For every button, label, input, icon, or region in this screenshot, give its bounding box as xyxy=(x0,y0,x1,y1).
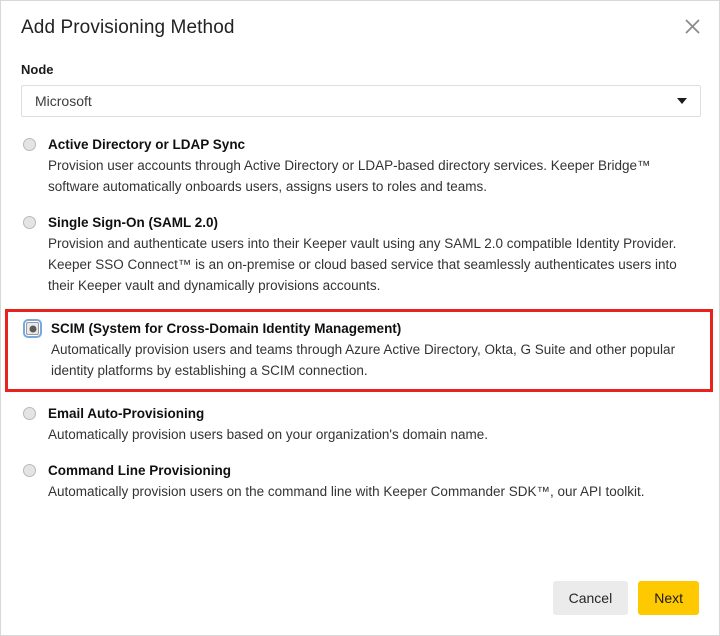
option-description: Provision and authenticate users into th… xyxy=(48,236,677,293)
option-description: Automatically provision users and teams … xyxy=(51,342,676,378)
dialog-footer: Cancel Next xyxy=(1,581,719,635)
page-title: Add Provisioning Method xyxy=(21,17,235,38)
option-single-sign-on-saml[interactable]: Single Sign-On (SAML 2.0) Provision and … xyxy=(21,213,699,296)
chevron-down-icon xyxy=(677,98,687,104)
close-button[interactable] xyxy=(679,13,705,39)
radio-single-sign-on-saml[interactable] xyxy=(23,216,36,229)
option-active-directory-ldap-sync[interactable]: Active Directory or LDAP Sync Provision … xyxy=(21,135,699,197)
option-text: Email Auto-Provisioning Automatically pr… xyxy=(48,404,699,445)
option-description: Automatically provision users on the com… xyxy=(48,484,645,499)
option-title[interactable]: Email Auto-Provisioning xyxy=(48,404,699,423)
option-text: Command Line Provisioning Automatically … xyxy=(48,461,699,502)
option-text: Active Directory or LDAP Sync Provision … xyxy=(48,135,699,197)
option-description: Automatically provision users based on y… xyxy=(48,427,489,442)
option-title[interactable]: Command Line Provisioning xyxy=(48,461,699,480)
option-scim[interactable]: SCIM (System for Cross-Domain Identity M… xyxy=(5,309,713,392)
radio-active-directory-ldap-sync[interactable] xyxy=(23,138,36,151)
option-description: Provision user accounts through Active D… xyxy=(48,158,651,194)
option-email-auto-provisioning[interactable]: Email Auto-Provisioning Automatically pr… xyxy=(21,404,699,445)
provisioning-method-options: Active Directory or LDAP Sync Provision … xyxy=(5,135,713,502)
dialog-body: Node Microsoft Active Directory or LDAP … xyxy=(1,41,719,581)
dialog-header: Add Provisioning Method xyxy=(1,1,719,41)
close-icon xyxy=(685,19,700,34)
option-command-line-provisioning[interactable]: Command Line Provisioning Automatically … xyxy=(21,461,699,502)
option-text: Single Sign-On (SAML 2.0) Provision and … xyxy=(48,213,699,296)
radio-email-auto-provisioning[interactable] xyxy=(23,407,36,420)
node-field-label: Node xyxy=(21,62,54,77)
radio-command-line-provisioning[interactable] xyxy=(23,464,36,477)
add-provisioning-method-dialog: Add Provisioning Method Node Microsoft A… xyxy=(0,0,720,636)
option-text: SCIM (System for Cross-Domain Identity M… xyxy=(51,319,702,381)
radio-scim[interactable] xyxy=(23,319,42,338)
node-select[interactable]: Microsoft xyxy=(21,85,701,117)
next-button[interactable]: Next xyxy=(638,581,699,615)
option-title[interactable]: Single Sign-On (SAML 2.0) xyxy=(48,213,699,232)
option-title[interactable]: SCIM (System for Cross-Domain Identity M… xyxy=(51,319,702,338)
cancel-button[interactable]: Cancel xyxy=(552,581,629,615)
node-select-value: Microsoft xyxy=(35,93,92,109)
option-title[interactable]: Active Directory or LDAP Sync xyxy=(48,135,699,154)
